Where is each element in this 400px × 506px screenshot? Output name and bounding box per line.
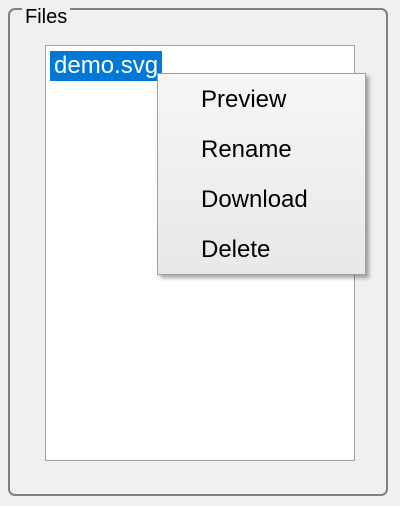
menu-item-rename[interactable]: Rename — [201, 130, 292, 170]
menu-item-download[interactable]: Download — [201, 180, 308, 220]
menu-item-delete[interactable]: Delete — [201, 230, 270, 270]
context-menu: Preview Rename Download Delete — [157, 73, 366, 275]
list-item-demo-svg[interactable]: demo.svg — [50, 51, 163, 81]
groupbox-title: Files — [22, 6, 71, 28]
menu-item-preview[interactable]: Preview — [201, 80, 286, 120]
